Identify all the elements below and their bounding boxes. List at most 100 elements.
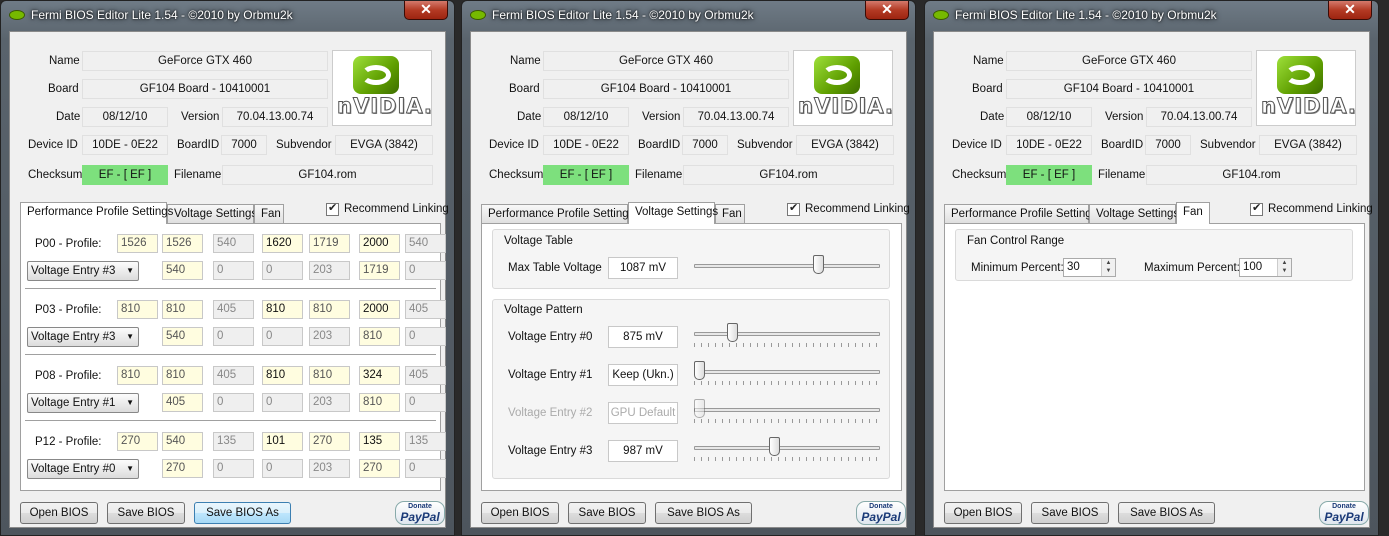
save-bios-as-button[interactable]: Save BIOS As: [194, 502, 291, 524]
clock-input[interactable]: 135: [213, 432, 254, 451]
spinner-arrows-icon[interactable]: ▲ ▼: [1101, 259, 1115, 276]
paypal-donate-button[interactable]: Donate PayPal: [1319, 501, 1369, 525]
clock-input[interactable]: 1526: [117, 234, 158, 253]
recommend-linking-checkbox[interactable]: [326, 201, 339, 216]
boardid-label: BoardID: [1101, 139, 1144, 151]
tab-fan[interactable]: Fan: [715, 204, 745, 224]
tab-fan[interactable]: Fan: [1176, 202, 1210, 224]
save-bios-button[interactable]: Save BIOS: [107, 502, 185, 524]
tab-perf[interactable]: Performance Profile Settings: [944, 204, 1097, 224]
param-input[interactable]: 203: [309, 327, 350, 346]
open-bios-button[interactable]: Open BIOS: [481, 502, 559, 524]
clock-input[interactable]: 1620: [262, 234, 303, 253]
open-bios-button[interactable]: Open BIOS: [944, 502, 1022, 524]
clock-input[interactable]: 810: [117, 366, 158, 385]
clock-input[interactable]: 405: [213, 300, 254, 319]
param-input[interactable]: 0: [213, 327, 254, 346]
tab-perf[interactable]: Performance Profile Settings: [20, 202, 173, 224]
param-input[interactable]: 540: [162, 327, 203, 346]
clock-input[interactable]: 810: [162, 300, 203, 319]
param-input[interactable]: 405: [162, 393, 203, 412]
open-bios-button[interactable]: Open BIOS: [20, 502, 98, 524]
clock-input[interactable]: 405: [213, 366, 254, 385]
param-input[interactable]: 0: [213, 459, 254, 478]
param-input[interactable]: 270: [162, 459, 203, 478]
clock-input[interactable]: 1526: [162, 234, 203, 253]
voltage-entry-value: 987 mV: [608, 440, 678, 462]
param-input[interactable]: 0: [405, 393, 446, 412]
voltage-entry-dropdown[interactable]: Voltage Entry #3: [27, 327, 139, 347]
clock-input[interactable]: 405: [405, 300, 446, 319]
tab-voltage[interactable]: Voltage Settings: [167, 204, 257, 224]
param-input[interactable]: 810: [359, 393, 400, 412]
param-input[interactable]: 0: [262, 459, 303, 478]
voltage-entry-slider[interactable]: [727, 323, 738, 342]
clock-input[interactable]: 540: [162, 432, 203, 451]
clock-input[interactable]: 2000: [359, 300, 400, 319]
clock-input[interactable]: 810: [117, 300, 158, 319]
param-input[interactable]: 1719: [359, 261, 400, 280]
param-input[interactable]: 203: [309, 393, 350, 412]
save-bios-as-button[interactable]: Save BIOS As: [1118, 502, 1215, 524]
voltage-entry-dropdown[interactable]: Voltage Entry #1: [27, 393, 139, 413]
close-button[interactable]: ✕: [1328, 1, 1372, 20]
clock-input[interactable]: 1719: [309, 234, 350, 253]
clock-input[interactable]: 270: [309, 432, 350, 451]
param-input[interactable]: 0: [262, 327, 303, 346]
close-button[interactable]: ✕: [404, 1, 448, 20]
param-input[interactable]: 0: [262, 261, 303, 280]
param-input[interactable]: 0: [213, 393, 254, 412]
minimum-percent-spinner[interactable]: 30 ▲ ▼: [1063, 258, 1116, 277]
recommend-linking-checkbox[interactable]: [1250, 201, 1263, 216]
voltage-entry-slider: [694, 399, 705, 418]
tab-perf[interactable]: Performance Profile Settings: [481, 204, 634, 224]
clock-input[interactable]: 405: [405, 366, 446, 385]
window-title: Fermi BIOS Editor Lite 1.54 - ©2010 by O…: [955, 8, 1217, 22]
tab-fan[interactable]: Fan: [254, 204, 284, 224]
device-id-label: Device ID: [952, 139, 1002, 151]
close-button[interactable]: ✕: [865, 1, 909, 20]
clock-input[interactable]: 324: [359, 366, 400, 385]
clock-input[interactable]: 540: [405, 234, 446, 253]
param-input[interactable]: 0: [405, 459, 446, 478]
param-input[interactable]: 203: [309, 261, 350, 280]
clock-input[interactable]: 2000: [359, 234, 400, 253]
param-input[interactable]: 0: [213, 261, 254, 280]
clock-input[interactable]: 540: [213, 234, 254, 253]
param-input[interactable]: 0: [405, 261, 446, 280]
clock-input[interactable]: 101: [262, 432, 303, 451]
param-input[interactable]: 540: [162, 261, 203, 280]
paypal-donate-button[interactable]: Donate PayPal: [856, 501, 906, 525]
voltage-entry-slider[interactable]: [694, 361, 705, 380]
tab-voltage[interactable]: Voltage Settings: [628, 202, 718, 224]
save-bios-button[interactable]: Save BIOS: [1031, 502, 1109, 524]
clock-input[interactable]: 135: [359, 432, 400, 451]
max-voltage-slider[interactable]: [813, 255, 824, 274]
filename-label: Filename: [635, 169, 683, 181]
voltage-entry-slider[interactable]: [769, 437, 780, 456]
maximum-percent-spinner[interactable]: 100 ▲ ▼: [1239, 258, 1292, 277]
param-input[interactable]: 810: [359, 327, 400, 346]
param-input[interactable]: 0: [262, 393, 303, 412]
save-bios-button[interactable]: Save BIOS: [568, 502, 646, 524]
clock-input[interactable]: 810: [309, 366, 350, 385]
save-bios-as-button[interactable]: Save BIOS As: [655, 502, 752, 524]
nvidia-wordmark: nVIDIA.: [1261, 94, 1357, 119]
clock-input[interactable]: 270: [117, 432, 158, 451]
clock-input[interactable]: 810: [262, 300, 303, 319]
voltage-entry-dropdown[interactable]: Voltage Entry #0: [27, 459, 139, 479]
clock-input[interactable]: 810: [262, 366, 303, 385]
nvidia-logo: nVIDIA.: [793, 50, 893, 126]
spinner-arrows-icon[interactable]: ▲ ▼: [1277, 259, 1291, 276]
param-input[interactable]: 0: [405, 327, 446, 346]
tab-voltage[interactable]: Voltage Settings: [1089, 204, 1179, 224]
date-label: Date: [517, 111, 542, 123]
paypal-donate-button[interactable]: Donate PayPal: [395, 501, 445, 525]
recommend-linking-checkbox[interactable]: [787, 201, 800, 216]
param-input[interactable]: 203: [309, 459, 350, 478]
voltage-entry-dropdown[interactable]: Voltage Entry #3: [27, 261, 139, 281]
param-input[interactable]: 270: [359, 459, 400, 478]
clock-input[interactable]: 135: [405, 432, 446, 451]
clock-input[interactable]: 810: [162, 366, 203, 385]
clock-input[interactable]: 810: [309, 300, 350, 319]
